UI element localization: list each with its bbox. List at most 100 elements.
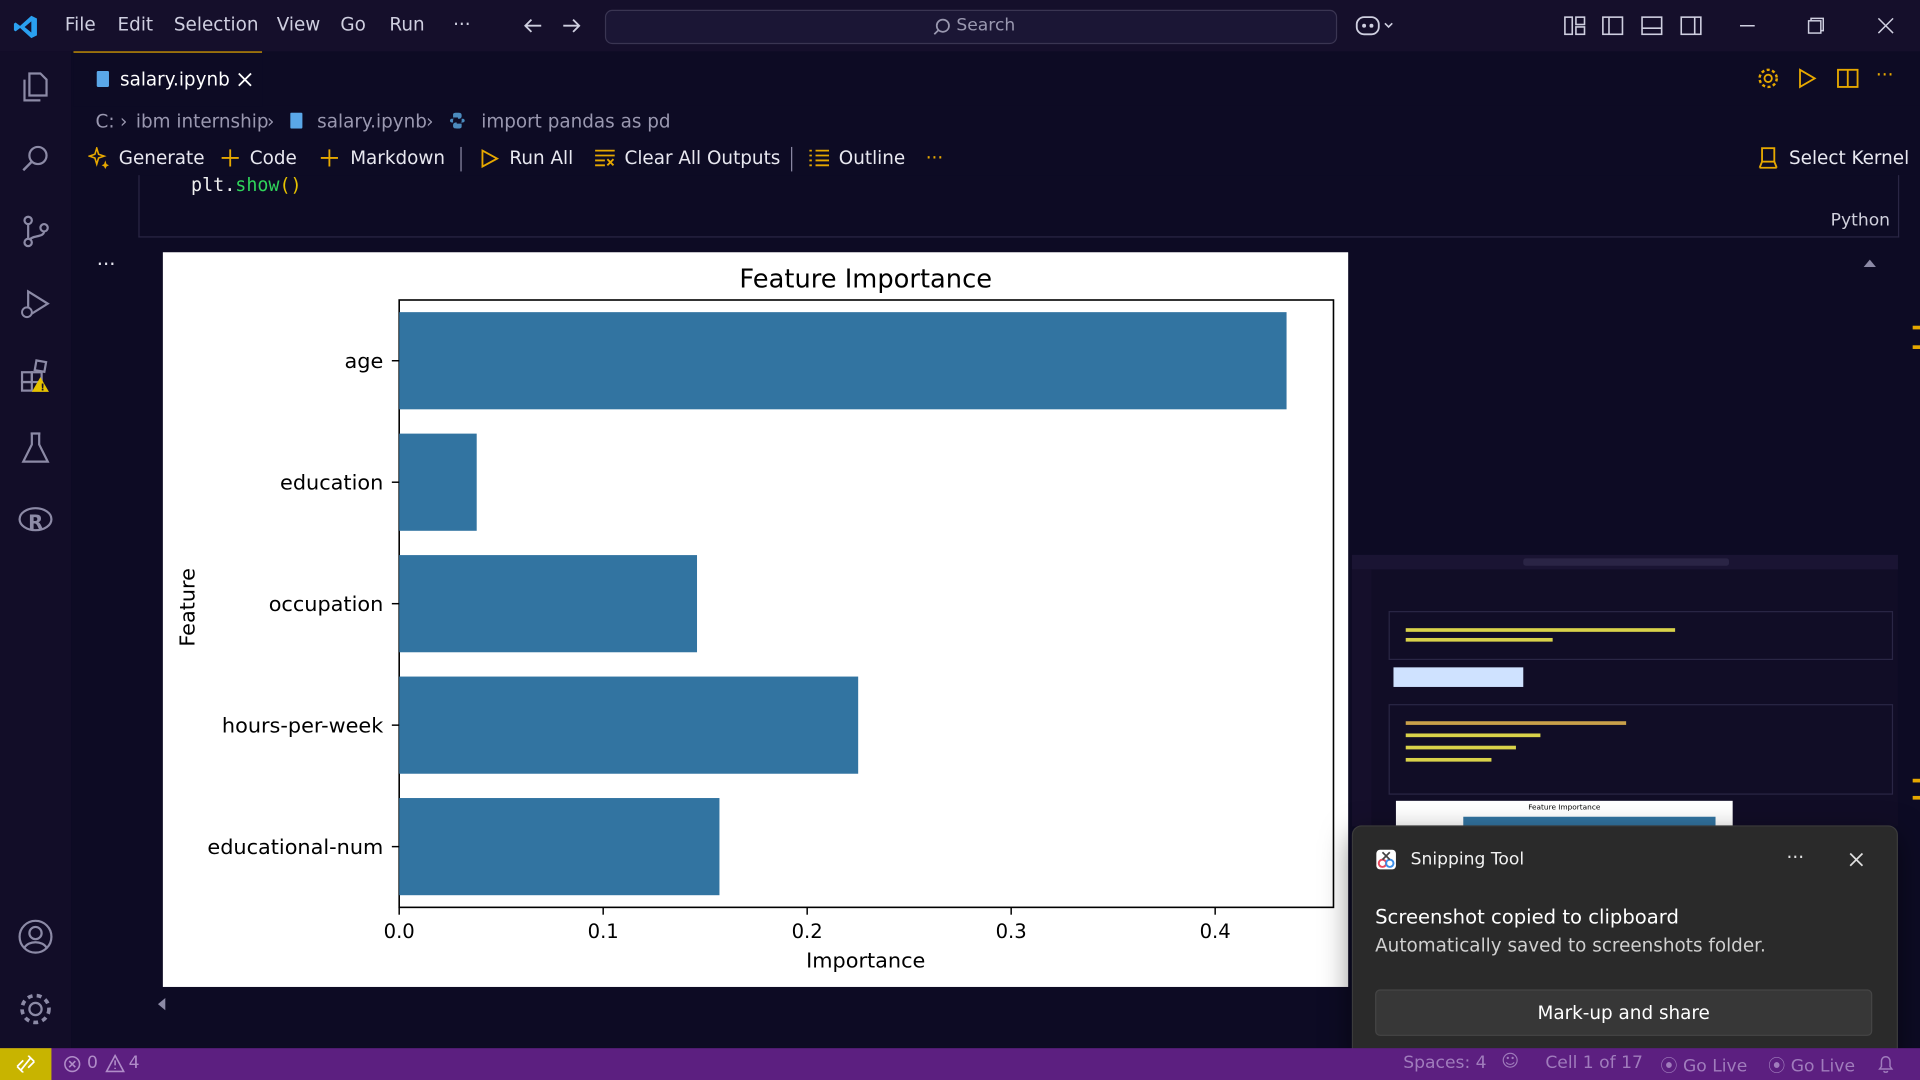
- breadcrumb-folder[interactable]: ibm internship: [136, 110, 269, 132]
- testing-icon[interactable]: [17, 430, 54, 467]
- menu-run[interactable]: Run: [389, 13, 424, 35]
- error-icon[interactable]: [64, 1055, 81, 1073]
- close-window-icon[interactable]: [1877, 17, 1894, 34]
- snipping-tool-app-icon: [1376, 849, 1396, 870]
- code-line[interactable]: plt.show(): [191, 174, 302, 196]
- extensions-icon[interactable]: !: [17, 358, 54, 395]
- close-icon[interactable]: [1849, 852, 1864, 867]
- menu-go[interactable]: Go: [340, 13, 365, 35]
- editor-tab-bar: salary.ipynb ···: [71, 51, 1920, 107]
- plus-icon: [320, 149, 338, 167]
- cell-language-label[interactable]: Python: [1831, 211, 1890, 231]
- thumb-activity: [1351, 569, 1372, 827]
- python-icon: [450, 112, 465, 129]
- toggle-primary-sidebar-icon[interactable]: [1602, 16, 1624, 36]
- editor-more-actions-icon[interactable]: ···: [1876, 64, 1894, 86]
- restore-icon[interactable]: [1807, 17, 1825, 34]
- x-tick-label: 0.4: [1200, 920, 1231, 943]
- warning-icon[interactable]: [105, 1054, 125, 1073]
- svg-text:!: !: [40, 383, 44, 394]
- output-more-icon[interactable]: ···: [97, 252, 116, 275]
- vscode-logo-icon: [13, 15, 37, 39]
- customize-layout-icon[interactable]: [1564, 16, 1586, 36]
- account-icon[interactable]: [17, 918, 54, 955]
- go-live-status[interactable]: ⦿ Go Live: [1660, 1053, 1747, 1077]
- add-code-cell-button[interactable]: Code: [250, 147, 297, 169]
- notebook-settings-gear-icon[interactable]: [1757, 67, 1779, 89]
- y-tick-label: age: [345, 349, 384, 373]
- notifications-bell-icon[interactable]: [1877, 1054, 1894, 1074]
- copilot-icon[interactable]: [1354, 13, 1396, 37]
- search-sidebar-icon[interactable]: [17, 141, 54, 178]
- thumb-code-line: [1405, 757, 1492, 762]
- scroll-left-arrow-icon[interactable]: [157, 997, 166, 1011]
- run-notebook-icon[interactable]: [1798, 67, 1818, 89]
- code-parens: (): [279, 173, 302, 196]
- remote-explorer-icon[interactable]: R: [17, 502, 54, 539]
- x-tick-label: 0.1: [588, 920, 619, 943]
- kernel-icon: [1758, 147, 1778, 169]
- chevron-right-icon: ›: [120, 110, 128, 133]
- go-live-status[interactable]: ⦿ Go Live: [1768, 1053, 1855, 1077]
- select-kernel-button[interactable]: Select Kernel: [1789, 147, 1909, 169]
- toggle-panel-icon[interactable]: [1641, 16, 1663, 36]
- clear-outputs-icon: [595, 149, 615, 167]
- x-tick-label: 0.2: [792, 920, 823, 943]
- screenshot-thumbnail[interactable]: Feature Importance: [1351, 554, 1898, 827]
- toast-app-name: Snipping Tool: [1410, 849, 1525, 870]
- outline-list-icon: [809, 149, 829, 167]
- copilot-status-icon[interactable]: ☺: [1501, 1052, 1519, 1072]
- search-box[interactable]: Search: [604, 9, 1338, 45]
- y-axis-label: Feature: [176, 568, 200, 647]
- split-editor-icon[interactable]: [1837, 67, 1859, 89]
- error-count[interactable]: 0: [87, 1053, 98, 1073]
- cell-position-status[interactable]: Cell 1 of 17: [1545, 1053, 1643, 1073]
- menu-view[interactable]: View: [277, 13, 321, 35]
- add-markdown-cell-button[interactable]: Markdown: [350, 147, 445, 169]
- y-tick-label: education: [280, 471, 383, 495]
- chevron-right-icon: ›: [266, 110, 275, 133]
- run-all-button[interactable]: Run All: [509, 147, 573, 169]
- feature-importance-chart: Feature Importance age education occupatio…: [176, 265, 1335, 972]
- menu-selection[interactable]: Selection: [174, 13, 259, 35]
- status-bar: 0 4 Spaces: 4 ☺ Cell 1 of 17 ⦿ Go Live ⦿…: [0, 1048, 1920, 1080]
- explorer-icon[interactable]: [17, 69, 54, 106]
- code-cell[interactable]: [138, 175, 1900, 238]
- menu-more[interactable]: ···: [453, 13, 471, 35]
- minimize-icon[interactable]: [1739, 17, 1756, 34]
- toast-body: Automatically saved to screenshots folde…: [1375, 934, 1766, 957]
- x-axis-label: Importance: [806, 948, 925, 972]
- generate-button[interactable]: Generate: [119, 147, 205, 169]
- bar-education: [399, 433, 477, 531]
- mark-up-and-share-button[interactable]: Mark-up and share: [1375, 989, 1873, 1036]
- search-placeholder: Search: [956, 15, 1016, 36]
- tab-salary-ipynb[interactable]: salary.ipynb: [73, 51, 263, 107]
- menu-edit[interactable]: Edit: [118, 13, 154, 35]
- toast-more-icon[interactable]: ···: [1787, 846, 1805, 868]
- breadcrumb-drive[interactable]: C:: [96, 110, 115, 132]
- toolbar-more-button[interactable]: ···: [926, 147, 944, 169]
- toast-title: Screenshot copied to clipboard: [1375, 904, 1679, 929]
- code-object: plt: [191, 173, 225, 196]
- chart-title: Feature Importance: [739, 265, 992, 295]
- forward-arrow-icon[interactable]: [561, 16, 583, 36]
- close-tab-icon[interactable]: [238, 72, 253, 87]
- minimap-marker: [1912, 325, 1920, 330]
- back-arrow-icon[interactable]: [522, 16, 544, 36]
- settings-gear-icon[interactable]: [17, 991, 54, 1028]
- toggle-secondary-sidebar-icon[interactable]: [1680, 16, 1702, 36]
- remote-indicator[interactable]: [0, 1048, 52, 1080]
- warning-count[interactable]: 4: [129, 1053, 140, 1073]
- run-debug-icon[interactable]: [17, 285, 54, 322]
- scroll-up-arrow-icon[interactable]: [1863, 259, 1876, 267]
- clear-all-outputs-button[interactable]: Clear All Outputs: [624, 147, 780, 169]
- outline-button[interactable]: Outline: [839, 147, 905, 169]
- run-all-icon: [481, 149, 500, 169]
- breadcrumb-symbol[interactable]: import pandas as pd: [481, 110, 670, 132]
- bar-educational-num: [399, 798, 720, 896]
- indentation-status[interactable]: Spaces: 4: [1403, 1053, 1486, 1073]
- thumb-search: [1523, 558, 1729, 566]
- breadcrumb-file[interactable]: salary.ipynb: [317, 110, 427, 132]
- menu-file[interactable]: File: [65, 13, 96, 35]
- source-control-icon[interactable]: [17, 213, 54, 250]
